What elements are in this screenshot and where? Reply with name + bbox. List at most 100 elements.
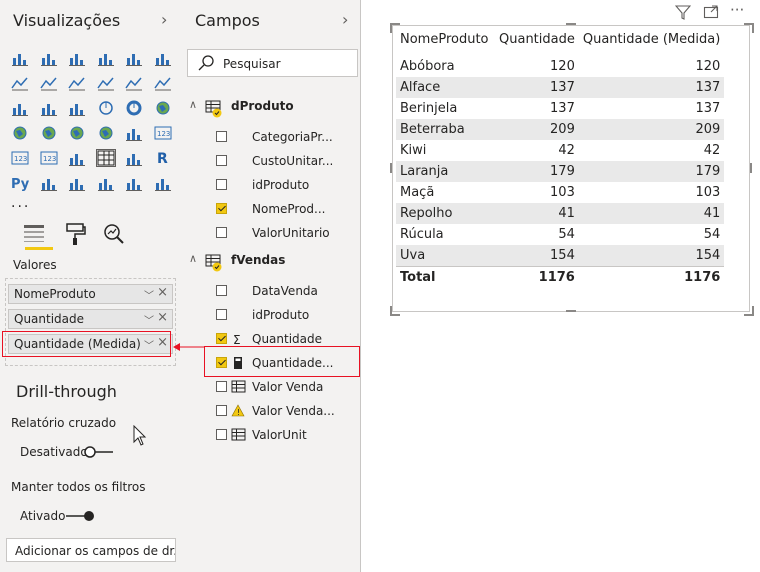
add-drillthrough-fields-well[interactable]: Adicionar os campos de dr...	[6, 538, 176, 562]
100-percent-column-chart-icon[interactable]	[154, 50, 172, 66]
fields-tab-icon[interactable]	[22, 222, 46, 248]
resize-edge-handle[interactable]	[390, 163, 392, 173]
checkbox-checked[interactable]	[216, 333, 227, 344]
python-visual-icon[interactable]: Py	[11, 175, 30, 191]
collapse-pane-chevron-icon[interactable]: ›	[161, 10, 167, 29]
column-header-quantidade[interactable]: Quantidade	[495, 28, 579, 50]
decomposition-tree-icon[interactable]	[68, 175, 86, 191]
format-paint-roller-icon[interactable]	[64, 222, 88, 250]
field-item[interactable]: idProduto	[183, 178, 359, 198]
resize-corner-handle[interactable]	[744, 306, 754, 316]
table-row[interactable]: Kiwi 42 42	[396, 140, 724, 161]
filled-map-icon[interactable]	[40, 125, 58, 141]
table-icon[interactable]	[95, 149, 116, 167]
table-row[interactable]: Abóbora 120 120	[396, 56, 724, 77]
table-row[interactable]: Rúcula 54 54	[396, 224, 724, 245]
filter-icon[interactable]	[674, 4, 692, 24]
table-icon	[205, 254, 225, 278]
field-item[interactable]: Valor Venda	[183, 380, 359, 400]
matrix-icon[interactable]	[125, 150, 143, 166]
search-input[interactable]: Pesquisar	[223, 57, 281, 71]
search-box[interactable]: Pesquisar	[187, 49, 358, 77]
table-row[interactable]: Laranja 179 179	[396, 161, 725, 182]
column-header-quantidade-medida[interactable]: Quantidade (Medida)	[579, 28, 724, 50]
chevron-up-icon[interactable]: ∧	[189, 98, 197, 111]
chevron-down-icon[interactable]: ﹀	[144, 287, 154, 302]
field-item[interactable]: ValorUnitario	[183, 226, 359, 246]
clustered-bar-chart-icon[interactable]	[68, 50, 86, 66]
field-item[interactable]: DataVenda	[183, 284, 359, 304]
resize-edge-handle[interactable]	[566, 23, 576, 25]
funnel-chart-icon[interactable]	[40, 100, 58, 116]
line-chart-icon[interactable]	[11, 75, 29, 91]
checkbox[interactable]	[216, 429, 227, 440]
field-item[interactable]: CustoUnitar...	[183, 154, 359, 174]
smart-narrative-icon[interactable]	[125, 175, 143, 191]
field-item[interactable]: ValorUnit	[183, 428, 359, 448]
chevron-down-icon[interactable]: ﹀	[144, 312, 154, 327]
qna-icon[interactable]	[97, 175, 115, 191]
scatter-chart-icon[interactable]	[68, 100, 86, 116]
focus-mode-icon[interactable]	[703, 4, 719, 24]
column-header-nomeproduto[interactable]: NomeProduto	[396, 28, 495, 50]
pie-chart-icon[interactable]	[97, 100, 115, 116]
table-row[interactable]: Repolho 41 41	[396, 203, 725, 224]
table-row[interactable]: Beterraba 209 209	[396, 119, 725, 140]
cross-report-toggle[interactable]	[83, 444, 115, 463]
collapse-pane-chevron-icon[interactable]: ›	[342, 10, 348, 29]
checkbox[interactable]	[216, 309, 227, 320]
checkbox[interactable]	[216, 179, 227, 190]
area-chart-icon[interactable]	[39, 75, 58, 91]
clustered-column-chart-icon[interactable]	[97, 50, 115, 66]
more-options-icon[interactable]: ···	[730, 1, 744, 19]
donut-chart-icon[interactable]	[125, 100, 143, 116]
card-icon[interactable]: 123	[154, 125, 172, 141]
table-row[interactable]: Maçã 103 103	[396, 182, 724, 203]
stacked-bar-chart-icon[interactable]	[11, 50, 29, 66]
checkbox[interactable]	[216, 285, 227, 296]
paginated-report-icon[interactable]	[154, 175, 172, 191]
table-row[interactable]: Alface 137 137	[396, 77, 725, 98]
checkbox[interactable]	[216, 381, 227, 392]
table-row[interactable]: Uva 154 154	[396, 245, 725, 267]
analytics-magnifier-icon[interactable]	[102, 222, 126, 250]
ribbon-chart-icon[interactable]	[153, 75, 172, 91]
close-icon[interactable]: ×	[157, 285, 168, 300]
key-influencers-icon[interactable]	[40, 175, 58, 191]
more-visuals-icon[interactable]: ...	[11, 195, 30, 211]
field-item[interactable]: ! Valor Venda...	[183, 404, 359, 424]
arcgis-map-icon[interactable]	[97, 125, 115, 141]
resize-edge-handle[interactable]	[566, 310, 576, 312]
checkbox[interactable]	[216, 405, 227, 416]
chevron-up-icon[interactable]: ∧	[189, 252, 197, 265]
resize-edge-handle[interactable]	[750, 163, 752, 173]
map-icon[interactable]	[11, 125, 29, 141]
field-item[interactable]: idProduto	[183, 308, 359, 328]
resize-corner-handle[interactable]	[744, 23, 754, 33]
checkbox[interactable]	[216, 227, 227, 238]
shape-map-icon[interactable]	[68, 125, 86, 141]
value-well-nomeproduto[interactable]: NomeProduto ﹀ ×	[8, 284, 173, 304]
resize-corner-handle[interactable]	[390, 306, 400, 316]
checkbox[interactable]	[216, 155, 227, 166]
keep-filters-toggle[interactable]	[64, 508, 98, 527]
kpi-icon[interactable]: 123	[40, 150, 58, 166]
line-clustered-column-chart-icon[interactable]	[125, 75, 143, 91]
value-well-quantidade[interactable]: Quantidade ﹀ ×	[8, 309, 173, 329]
slicer-icon[interactable]	[68, 150, 86, 166]
gauge-icon[interactable]	[125, 125, 143, 141]
stacked-column-chart-icon[interactable]	[40, 50, 58, 66]
treemap-icon[interactable]	[154, 100, 172, 116]
close-icon[interactable]: ×	[157, 310, 168, 325]
line-column-chart-icon[interactable]	[96, 75, 115, 91]
waterfall-chart-icon[interactable]	[11, 100, 29, 116]
multi-row-card-icon[interactable]: 123	[11, 150, 29, 166]
field-item[interactable]: CategoriaPr...	[183, 130, 359, 150]
checkbox-checked[interactable]	[216, 203, 227, 214]
table-row[interactable]: Berinjela 137 137	[396, 98, 724, 119]
100-percent-bar-chart-icon[interactable]	[125, 50, 143, 66]
field-item[interactable]: NomeProd...	[183, 202, 359, 222]
stacked-area-chart-icon[interactable]	[68, 75, 86, 91]
r-visual-icon[interactable]: R	[154, 150, 172, 166]
checkbox[interactable]	[216, 131, 227, 142]
